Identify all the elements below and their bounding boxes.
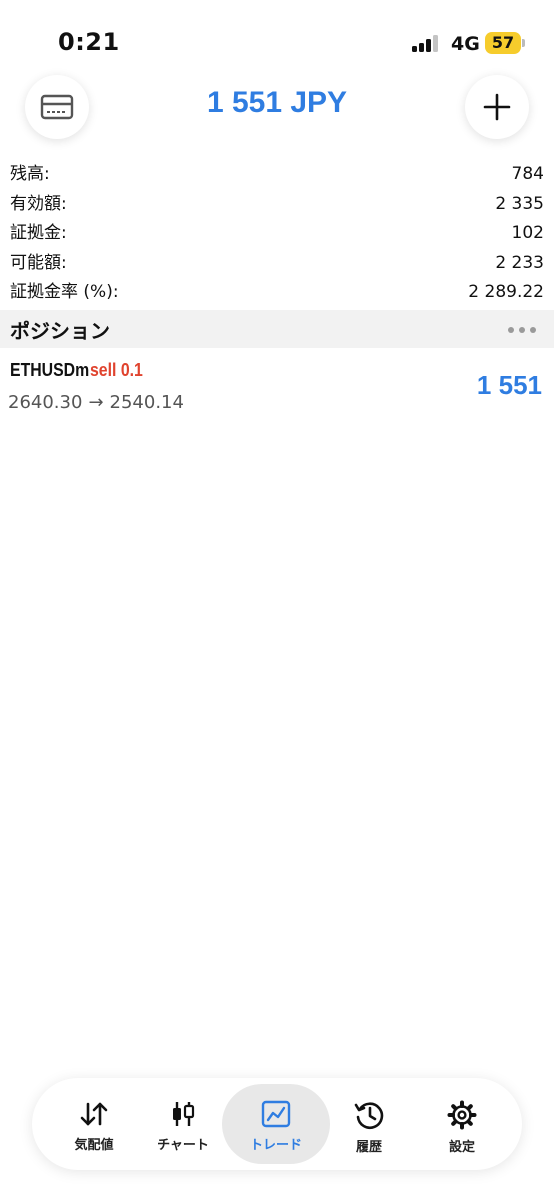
tab-history[interactable]: 履歴 (315, 1084, 423, 1164)
position-row[interactable]: ETHUSDm sell 0.1 2640.30 → 2540.14 1 551 (0, 350, 554, 422)
arrow-icon: → (88, 392, 104, 413)
open-price: 2640.30 (8, 392, 83, 413)
summary-label: 有効額: (10, 193, 67, 214)
position-symbol: ETHUSDm (10, 360, 90, 380)
tab-trade[interactable]: トレード (222, 1084, 330, 1164)
status-bar: 0:21 4G 57 (0, 0, 554, 80)
plus-icon (483, 93, 511, 121)
gear-icon (447, 1100, 477, 1130)
positions-title: ポジション (10, 319, 110, 343)
summary-label: 証拠金率 (%): (10, 282, 119, 302)
current-price: 2540.14 (109, 392, 184, 413)
position-profit: 1 551 (476, 370, 542, 400)
summary-row-margin: 証拠金: 102 (0, 219, 554, 249)
positions-section-header: ポジション (0, 310, 554, 348)
status-time: 0:21 (58, 28, 120, 56)
tab-label: トレード (249, 1138, 302, 1153)
tab-label: 気配値 (74, 1138, 114, 1153)
tab-label: 履歴 (355, 1140, 382, 1155)
tab-chart[interactable]: チャート (129, 1084, 237, 1164)
position-prices: 2640.30 → 2540.14 (8, 392, 190, 413)
candlestick-icon (173, 1102, 195, 1126)
network-type: 4G (451, 33, 480, 55)
summary-value: 2 289.22 (468, 282, 544, 302)
account-summary: 残高: 784 有効額: 2 335 証拠金: 102 可能額: 2 233 証… (0, 160, 554, 308)
summary-label: 可能額: (10, 252, 67, 273)
new-order-button[interactable] (465, 75, 529, 139)
summary-row-equity: 有効額: 2 335 (0, 190, 554, 220)
tab-label: 設定 (448, 1140, 475, 1155)
summary-value: 102 (511, 223, 544, 243)
summary-value: 2 335 (495, 193, 544, 214)
tab-settings[interactable]: 設定 (408, 1084, 516, 1164)
tab-label: チャート (157, 1138, 209, 1153)
position-side: sell 0.1 (90, 360, 143, 380)
summary-value: 784 (511, 164, 544, 184)
summary-label: 残高: (10, 164, 50, 184)
more-dots-icon[interactable] (508, 327, 536, 333)
trade-chart-icon (261, 1100, 291, 1128)
summary-row-margin-level: 証拠金率 (%): 2 289.22 (0, 278, 554, 308)
summary-label: 証拠金: (10, 223, 67, 243)
battery-nub (522, 39, 525, 47)
summary-row-free-margin: 可能額: 2 233 (0, 249, 554, 279)
cellular-signal-icon (412, 34, 440, 52)
quotes-arrows-icon (80, 1102, 108, 1126)
history-icon (354, 1102, 384, 1130)
bottom-tab-bar: 気配値 チャート トレード 履歴 設定 (32, 1078, 522, 1170)
battery-icon: 57 (485, 32, 521, 54)
summary-value: 2 233 (495, 252, 544, 273)
summary-row-balance: 残高: 784 (0, 160, 554, 190)
